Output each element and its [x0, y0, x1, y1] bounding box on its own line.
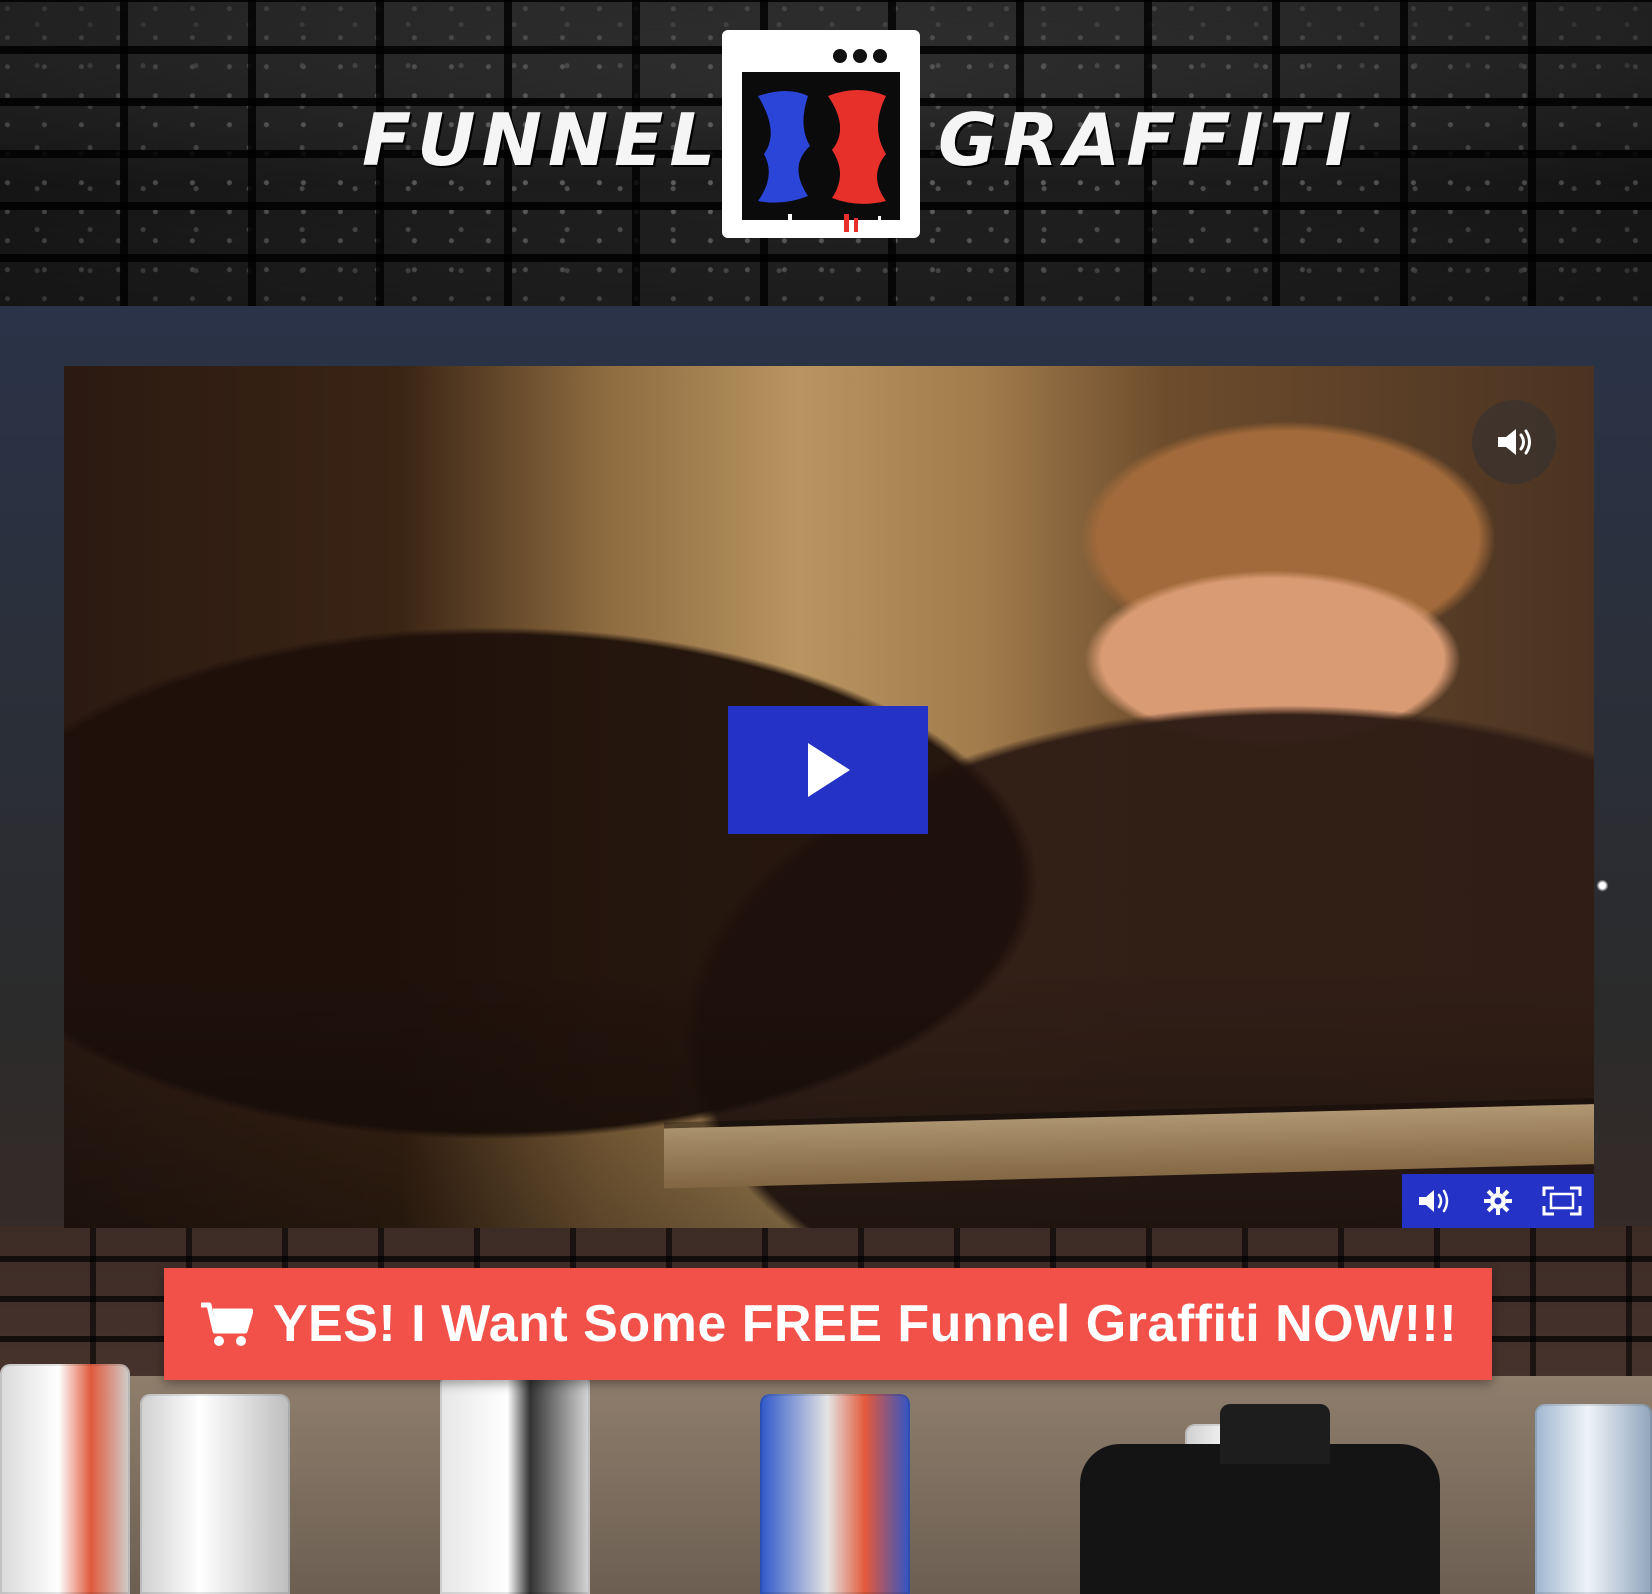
unmute-button[interactable] — [1472, 400, 1556, 484]
volume-icon — [1498, 429, 1531, 455]
spray-can — [760, 1394, 910, 1594]
volume-button[interactable] — [1414, 1181, 1454, 1221]
site-header: FUNNEL GRAFFITI — [0, 0, 1652, 306]
fullscreen-icon — [1542, 1186, 1582, 1216]
cta-label: YES! I Want Some FREE Funnel Graffiti NO… — [272, 1295, 1458, 1353]
spray-can — [440, 1374, 590, 1594]
camera — [1080, 1404, 1440, 1594]
brand-word-funnel: FUNNEL — [362, 98, 722, 182]
funnel-graffiti-logo-icon — [722, 30, 920, 238]
settings-gear-icon — [1484, 1187, 1512, 1215]
play-icon — [808, 743, 850, 797]
fullscreen-button[interactable] — [1542, 1181, 1582, 1221]
spray-can — [0, 1364, 130, 1594]
play-button[interactable] — [728, 706, 928, 834]
settings-button[interactable] — [1478, 1181, 1518, 1221]
shopping-cart-icon — [200, 1302, 253, 1346]
brand-word-graffiti: GRAFFITI — [938, 98, 1358, 182]
spray-can — [1535, 1404, 1652, 1594]
video-player[interactable] — [64, 366, 1594, 1228]
spray-can — [140, 1394, 290, 1594]
claim-free-offer-button[interactable]: YES! I Want Some FREE Funnel Graffiti NO… — [164, 1268, 1492, 1380]
volume-icon — [1419, 1189, 1449, 1213]
video-controls — [1402, 1174, 1594, 1228]
